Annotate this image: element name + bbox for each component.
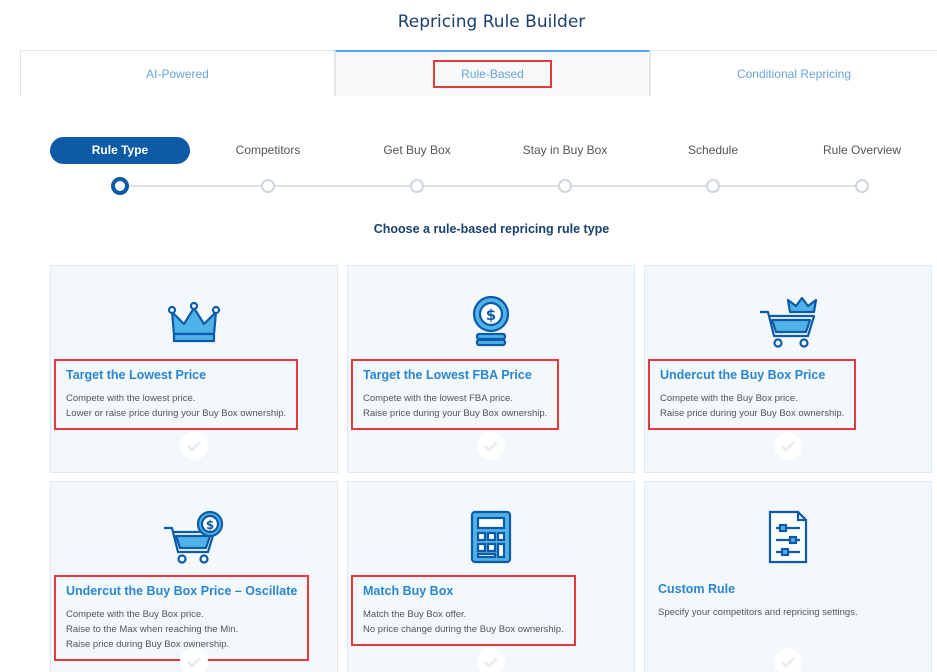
rule-card-title: Target the Lowest FBA Price: [363, 368, 532, 382]
rule-card-title: Match Buy Box: [363, 584, 454, 598]
coin-stack-icon: $: [459, 294, 523, 350]
rule-card-text: Target the Lowest FBA Price Compete with…: [351, 359, 560, 430]
tab-label: Rule-Based: [433, 60, 552, 88]
tab-rule-based[interactable]: Rule-Based: [335, 50, 650, 96]
tab-conditional-repricing[interactable]: Conditional Repricing: [650, 50, 937, 96]
step-stay-in-buy-box[interactable]: Stay in Buy Box: [495, 137, 635, 164]
rule-card-desc-line: Raise price during your Buy Box ownershi…: [660, 408, 845, 419]
step-dot-schedule[interactable]: [706, 179, 720, 193]
step-dot-rule-overview[interactable]: [855, 179, 869, 193]
step-rule-type[interactable]: Rule Type: [50, 137, 190, 164]
rule-card-text: Match Buy Box Match the Buy Box offer. N…: [351, 575, 576, 646]
rule-card-desc-line: Raise price during Buy Box ownership.: [66, 639, 230, 650]
page-title: Repricing Rule Builder: [397, 12, 586, 32]
tab-label: AI-Powered: [146, 66, 209, 81]
select-check-icon[interactable]: [477, 432, 505, 460]
rule-card-desc-line: Specify your competitors and repricing s…: [658, 607, 858, 618]
cart-crown-icon: [756, 294, 820, 350]
step-competitors[interactable]: Competitors: [198, 137, 338, 164]
calculator-icon: [459, 510, 523, 566]
rule-card-desc-line: Raise to the Max when reaching the Min.: [66, 624, 239, 635]
rule-card-text: Undercut the Buy Box Price – Oscillate C…: [54, 575, 310, 661]
rule-card-text: Custom Rule Specify your competitors and…: [648, 575, 868, 627]
step-progress-line: [120, 185, 862, 187]
step-dot-rule-type[interactable]: [111, 177, 129, 195]
select-check-icon[interactable]: [774, 432, 802, 460]
rule-card-title: Undercut the Buy Box Price: [660, 368, 826, 382]
rule-card-undercut-buy-box-oscillate[interactable]: $ Undercut the Buy Box Price – Oscillate…: [50, 481, 338, 672]
rule-card-title: Undercut the Buy Box Price – Oscillate: [66, 584, 298, 598]
select-check-icon[interactable]: [180, 432, 208, 460]
rule-card-desc-line: Raise price during your Buy Box ownershi…: [363, 408, 548, 419]
select-check-icon[interactable]: [180, 648, 208, 672]
select-check-icon[interactable]: [477, 648, 505, 672]
rule-card-desc-line: Compete with the lowest FBA price.: [363, 393, 513, 404]
svg-text:$: $: [486, 306, 496, 324]
rule-card-desc-line: No price change during the Buy Box owner…: [363, 624, 564, 635]
rule-card-desc-line: Compete with the lowest price.: [66, 393, 196, 404]
step-schedule[interactable]: Schedule: [643, 137, 783, 164]
rule-card-custom-rule[interactable]: Custom Rule Specify your competitors and…: [644, 481, 932, 672]
section-subtitle: Choose a rule-based repricing rule type: [373, 222, 610, 236]
rule-card-desc-line: Compete with the Buy Box price.: [660, 393, 798, 404]
step-rule-overview[interactable]: Rule Overview: [792, 137, 932, 164]
svg-text:$: $: [206, 518, 214, 532]
rule-card-title: Target the Lowest Price: [66, 368, 207, 382]
settings-document-icon: [756, 510, 820, 566]
step-get-buy-box[interactable]: Get Buy Box: [347, 137, 487, 164]
rule-stepper: Rule Type Competitors Get Buy Box Stay i…: [50, 137, 920, 207]
tab-label: Conditional Repricing: [736, 66, 852, 81]
rule-card-match-buy-box[interactable]: Match Buy Box Match the Buy Box offer. N…: [347, 481, 635, 672]
repricing-tabs: AI-Powered Rule-Based Conditional Repric…: [20, 50, 937, 96]
rule-card-desc-line: Compete with the Buy Box price.: [66, 609, 204, 620]
rule-card-target-lowest-fba-price[interactable]: $ Target the Lowest FBA Price Compete wi…: [347, 265, 635, 473]
rule-card-undercut-buy-box-price[interactable]: Undercut the Buy Box Price Compete with …: [644, 265, 932, 473]
step-dot-get-buy-box[interactable]: [410, 179, 424, 193]
step-dot-competitors[interactable]: [261, 179, 275, 193]
rule-card-desc-line: Lower or raise price during your Buy Box…: [66, 408, 287, 419]
crown-icon: [162, 294, 226, 350]
select-check-icon[interactable]: [774, 648, 802, 672]
tab-ai-powered[interactable]: AI-Powered: [20, 50, 335, 96]
cart-coin-icon: $: [162, 510, 226, 566]
rule-card-text: Target the Lowest Price Compete with the…: [54, 359, 299, 430]
step-dot-stay-in-buy-box[interactable]: [558, 179, 572, 193]
rule-card-target-lowest-price[interactable]: Target the Lowest Price Compete with the…: [50, 265, 338, 473]
rule-card-desc-line: Match the Buy Box offer.: [363, 609, 467, 620]
rule-card-title: Custom Rule: [658, 582, 736, 596]
rule-card-text: Undercut the Buy Box Price Compete with …: [648, 359, 857, 430]
